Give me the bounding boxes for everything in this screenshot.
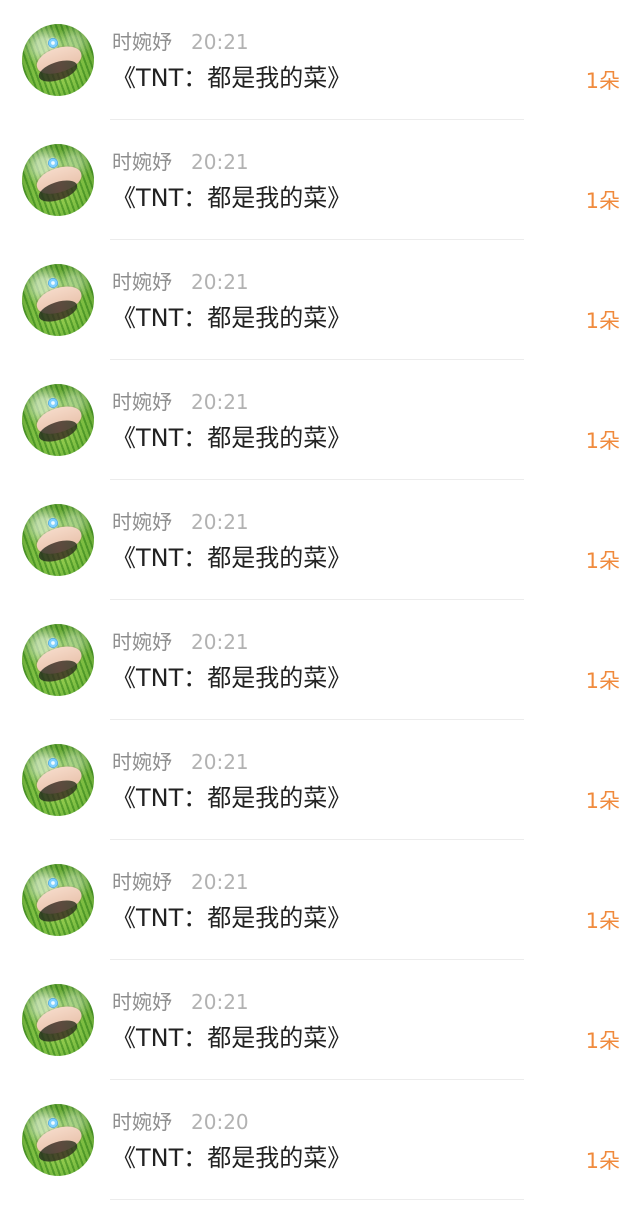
user-avatar[interactable] bbox=[22, 144, 94, 216]
list-item[interactable]: 时婉妤 20:21 《TNT：都是我的菜》 1朵 bbox=[0, 480, 640, 600]
item-title: 《TNT：都是我的菜》 bbox=[112, 664, 352, 692]
flower-icon bbox=[48, 518, 58, 528]
gift-record-list: 时婉妤 20:21 《TNT：都是我的菜》 1朵 时婉妤 20:21 《TNT：… bbox=[0, 0, 640, 1207]
user-avatar[interactable] bbox=[22, 864, 94, 936]
user-avatar[interactable] bbox=[22, 1104, 94, 1176]
flower-count: 1朵 bbox=[585, 1029, 620, 1053]
user-name: 时婉妤 bbox=[112, 750, 172, 774]
user-name: 时婉妤 bbox=[112, 390, 172, 414]
timestamp: 20:21 bbox=[191, 750, 249, 774]
timestamp: 20:21 bbox=[191, 150, 249, 174]
user-avatar[interactable] bbox=[22, 504, 94, 576]
item-title: 《TNT：都是我的菜》 bbox=[112, 904, 352, 932]
user-name: 时婉妤 bbox=[112, 30, 172, 54]
list-item[interactable]: 时婉妤 20:21 《TNT：都是我的菜》 1朵 bbox=[0, 360, 640, 480]
flower-icon bbox=[48, 878, 58, 888]
user-name: 时婉妤 bbox=[112, 630, 172, 654]
list-item[interactable]: 时婉妤 20:21 《TNT：都是我的菜》 1朵 bbox=[0, 600, 640, 720]
item-title: 《TNT：都是我的菜》 bbox=[112, 64, 352, 92]
item-title: 《TNT：都是我的菜》 bbox=[112, 184, 352, 212]
user-avatar[interactable] bbox=[22, 24, 94, 96]
flower-icon bbox=[48, 638, 58, 648]
timestamp: 20:21 bbox=[191, 630, 249, 654]
user-name: 时婉妤 bbox=[112, 870, 172, 894]
flower-count: 1朵 bbox=[585, 669, 620, 693]
timestamp: 20:21 bbox=[191, 870, 249, 894]
user-name: 时婉妤 bbox=[112, 990, 172, 1014]
list-item[interactable]: 时婉妤 20:20 《TNT：都是我的菜》 1朵 bbox=[0, 1080, 640, 1200]
item-title: 《TNT：都是我的菜》 bbox=[112, 304, 352, 332]
flower-count: 1朵 bbox=[585, 429, 620, 453]
flower-count: 1朵 bbox=[585, 69, 620, 93]
user-avatar[interactable] bbox=[22, 264, 94, 336]
flower-count: 1朵 bbox=[585, 309, 620, 333]
flower-icon bbox=[48, 398, 58, 408]
list-item[interactable]: 时婉妤 20:21 《TNT：都是我的菜》 1朵 bbox=[0, 720, 640, 840]
timestamp: 20:21 bbox=[191, 30, 249, 54]
user-avatar[interactable] bbox=[22, 384, 94, 456]
timestamp: 20:21 bbox=[191, 390, 249, 414]
flower-icon bbox=[48, 278, 58, 288]
list-item[interactable]: 时婉妤 20:21 《TNT：都是我的菜》 1朵 bbox=[0, 240, 640, 360]
user-name: 时婉妤 bbox=[112, 1110, 172, 1134]
list-item[interactable]: 时婉妤 20:21 《TNT：都是我的菜》 1朵 bbox=[0, 0, 640, 120]
flower-icon bbox=[48, 158, 58, 168]
divider bbox=[110, 1199, 524, 1200]
flower-icon bbox=[48, 758, 58, 768]
user-name: 时婉妤 bbox=[112, 150, 172, 174]
item-title: 《TNT：都是我的菜》 bbox=[112, 1144, 352, 1172]
item-title: 《TNT：都是我的菜》 bbox=[112, 1024, 352, 1052]
timestamp: 20:21 bbox=[191, 990, 249, 1014]
user-avatar[interactable] bbox=[22, 984, 94, 1056]
flower-count: 1朵 bbox=[585, 1149, 620, 1173]
flower-count: 1朵 bbox=[585, 549, 620, 573]
user-avatar[interactable] bbox=[22, 744, 94, 816]
flower-icon bbox=[48, 998, 58, 1008]
user-name: 时婉妤 bbox=[112, 270, 172, 294]
item-title: 《TNT：都是我的菜》 bbox=[112, 424, 352, 452]
list-item[interactable]: 时婉妤 20:21 《TNT：都是我的菜》 1朵 bbox=[0, 840, 640, 960]
list-item[interactable]: 时婉妤 20:21 《TNT：都是我的菜》 1朵 bbox=[0, 960, 640, 1080]
flower-count: 1朵 bbox=[585, 189, 620, 213]
timestamp: 20:21 bbox=[191, 270, 249, 294]
flower-icon bbox=[48, 38, 58, 48]
item-title: 《TNT：都是我的菜》 bbox=[112, 544, 352, 572]
flower-count: 1朵 bbox=[585, 909, 620, 933]
flower-icon bbox=[48, 1118, 58, 1128]
timestamp: 20:21 bbox=[191, 510, 249, 534]
list-item[interactable]: 时婉妤 20:21 《TNT：都是我的菜》 1朵 bbox=[0, 120, 640, 240]
timestamp: 20:20 bbox=[191, 1110, 249, 1134]
item-title: 《TNT：都是我的菜》 bbox=[112, 784, 352, 812]
flower-count: 1朵 bbox=[585, 789, 620, 813]
user-name: 时婉妤 bbox=[112, 510, 172, 534]
user-avatar[interactable] bbox=[22, 624, 94, 696]
